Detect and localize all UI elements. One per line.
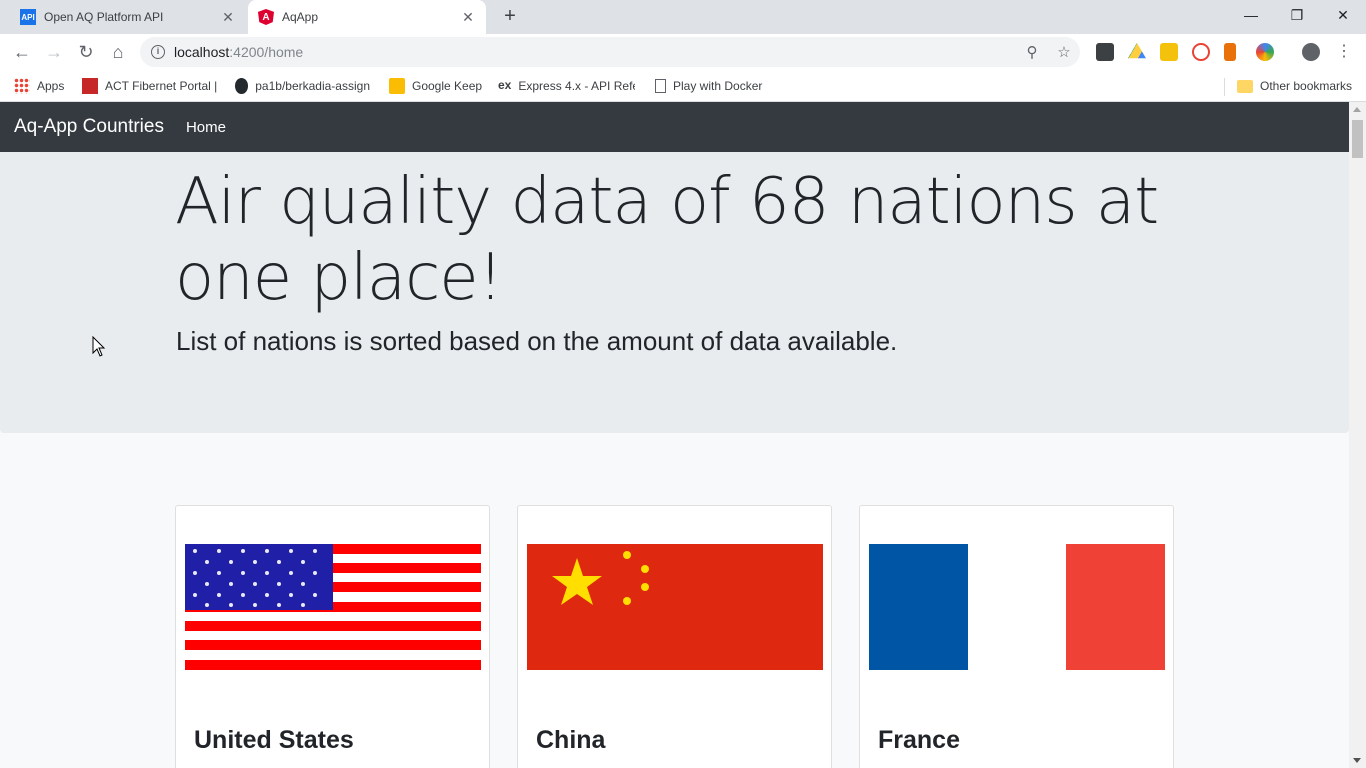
country-name: United States xyxy=(194,726,354,754)
bookmark-act-fibernet[interactable]: ACT Fibernet Portal | xyxy=(82,77,217,95)
navbar-brand[interactable]: Aq-App Countries xyxy=(14,116,164,138)
country-card[interactable]: China xyxy=(517,505,832,768)
tab-close-icon[interactable]: ✕ xyxy=(456,9,480,26)
back-icon[interactable]: ← xyxy=(10,40,34,64)
apps-grid-icon xyxy=(14,78,30,94)
google-keep-icon xyxy=(389,78,405,94)
angular-favicon-icon: A xyxy=(258,9,274,25)
country-card[interactable]: France xyxy=(859,505,1174,768)
bookmark-google-keep[interactable]: Google Keep xyxy=(389,77,482,95)
menu-icon[interactable]: ⋮ xyxy=(1332,40,1356,64)
restore-button[interactable]: ❐ xyxy=(1274,0,1320,30)
avatar[interactable] xyxy=(1302,43,1320,61)
hero-title: Air quality data of 68 nations at one pl… xyxy=(175,165,1159,315)
tab-strip: API Open AQ Platform API ✕ A AqApp ✕ + —… xyxy=(0,0,1366,34)
bookmark-star-icon[interactable]: ☆ xyxy=(1048,43,1080,61)
scroll-up-arrow-icon[interactable] xyxy=(1353,107,1361,112)
address-bar[interactable]: i localhost:4200/home ⚲ ☆ xyxy=(140,37,1080,67)
api-favicon-icon: API xyxy=(20,9,36,25)
scroll-down-arrow-icon[interactable] xyxy=(1353,758,1361,763)
browser-toolbar: ← → ↻ ⌂ i localhost:4200/home ⚲ ☆ ⋮ xyxy=(0,34,1366,70)
act-logo-icon xyxy=(82,78,98,94)
country-name: France xyxy=(878,726,960,754)
express-icon: ex xyxy=(498,78,512,92)
france-flag xyxy=(869,544,1165,670)
page-icon xyxy=(655,79,666,93)
country-name: China xyxy=(536,726,606,754)
divider xyxy=(1224,78,1225,96)
window-close-button[interactable]: ✕ xyxy=(1320,0,1366,30)
github-icon xyxy=(235,78,249,94)
china-flag xyxy=(527,544,823,670)
us-flag xyxy=(185,544,481,670)
reload-icon[interactable]: ↻ xyxy=(74,40,98,64)
new-tab-button[interactable]: + xyxy=(498,5,522,29)
extension-icon[interactable] xyxy=(1096,43,1114,61)
extension-icon[interactable] xyxy=(1224,43,1236,61)
bookmark-express[interactable]: ex Express 4.x - API Refe xyxy=(498,77,635,95)
mouse-cursor-icon xyxy=(92,336,106,357)
extension-icon[interactable] xyxy=(1160,43,1178,61)
hero-jumbotron: Air quality data of 68 nations at one pl… xyxy=(0,152,1349,433)
extension-icon[interactable] xyxy=(1192,43,1210,61)
site-info-icon[interactable]: i xyxy=(151,45,165,59)
bookmark-other[interactable]: Other bookmarks xyxy=(1237,77,1352,95)
country-card[interactable]: United States xyxy=(175,505,490,768)
folder-icon xyxy=(1237,79,1253,93)
bookmarks-bar: Apps ACT Fibernet Portal | pa1b/berkadia… xyxy=(0,70,1366,102)
tab-close-icon[interactable]: ✕ xyxy=(216,9,240,26)
nav-link-home[interactable]: Home xyxy=(186,119,226,136)
page-viewport: Aq-App Countries Home Air quality data o… xyxy=(0,102,1349,768)
bookmark-play-with-docker[interactable]: Play with Docker xyxy=(653,77,762,95)
minimize-button[interactable]: — xyxy=(1228,0,1274,30)
tab-aqapp[interactable]: A AqApp ✕ xyxy=(248,0,486,34)
tab-open-aq-api[interactable]: API Open AQ Platform API ✕ xyxy=(10,0,246,34)
url-text[interactable]: localhost:4200/home xyxy=(174,44,1016,60)
extension-icon[interactable] xyxy=(1256,43,1274,61)
bookmark-github[interactable]: pa1b/berkadia-assign xyxy=(235,77,370,95)
bookmark-apps[interactable]: Apps xyxy=(14,77,64,95)
google-drive-icon[interactable] xyxy=(1128,43,1146,59)
scrollbar-thumb[interactable] xyxy=(1352,120,1363,158)
tab-title: AqApp xyxy=(282,10,319,24)
page-scrollbar[interactable] xyxy=(1349,102,1366,768)
forward-icon[interactable]: → xyxy=(42,40,66,64)
app-navbar: Aq-App Countries Home xyxy=(0,102,1349,152)
home-icon[interactable]: ⌂ xyxy=(106,40,130,64)
hero-lead: List of nations is sorted based on the a… xyxy=(176,326,898,356)
zoom-icon[interactable]: ⚲ xyxy=(1016,43,1048,61)
tab-title: Open AQ Platform API xyxy=(44,10,164,24)
